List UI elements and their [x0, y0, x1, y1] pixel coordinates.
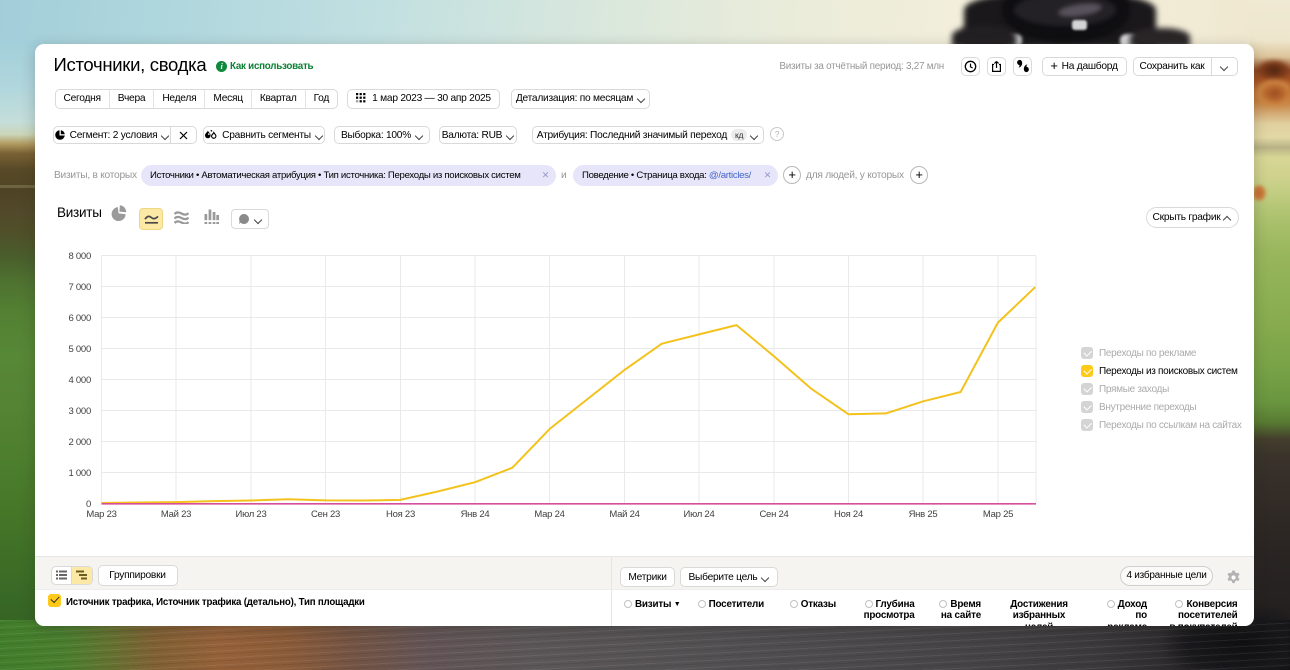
svg-text:Мар 24: Мар 24	[534, 509, 564, 520]
svg-text:Янв 24: Янв 24	[461, 509, 490, 520]
svg-text:Мар 23: Мар 23	[86, 509, 116, 520]
svg-text:3 000: 3 000	[68, 406, 91, 417]
svg-text:6 000: 6 000	[68, 313, 91, 324]
svg-text:Ноя 23: Ноя 23	[386, 509, 415, 520]
svg-text:8 000: 8 000	[68, 251, 91, 262]
svg-text:Май 23: Май 23	[161, 509, 191, 520]
svg-text:Ноя 24: Ноя 24	[834, 509, 863, 520]
svg-text:Сен 24: Сен 24	[759, 509, 788, 520]
svg-text:2 000: 2 000	[68, 437, 91, 448]
svg-text:Июл 23: Июл 23	[236, 509, 267, 520]
svg-text:Май 24: Май 24	[609, 509, 639, 520]
svg-text:Янв 25: Янв 25	[909, 509, 938, 520]
svg-text:Сен 23: Сен 23	[311, 509, 340, 520]
svg-text:7 000: 7 000	[68, 282, 91, 293]
svg-text:5 000: 5 000	[68, 344, 91, 355]
svg-text:4 000: 4 000	[68, 375, 91, 386]
svg-text:1 000: 1 000	[68, 468, 91, 479]
svg-text:Июл 24: Июл 24	[684, 509, 715, 520]
svg-text:Мар 25: Мар 25	[983, 509, 1013, 520]
